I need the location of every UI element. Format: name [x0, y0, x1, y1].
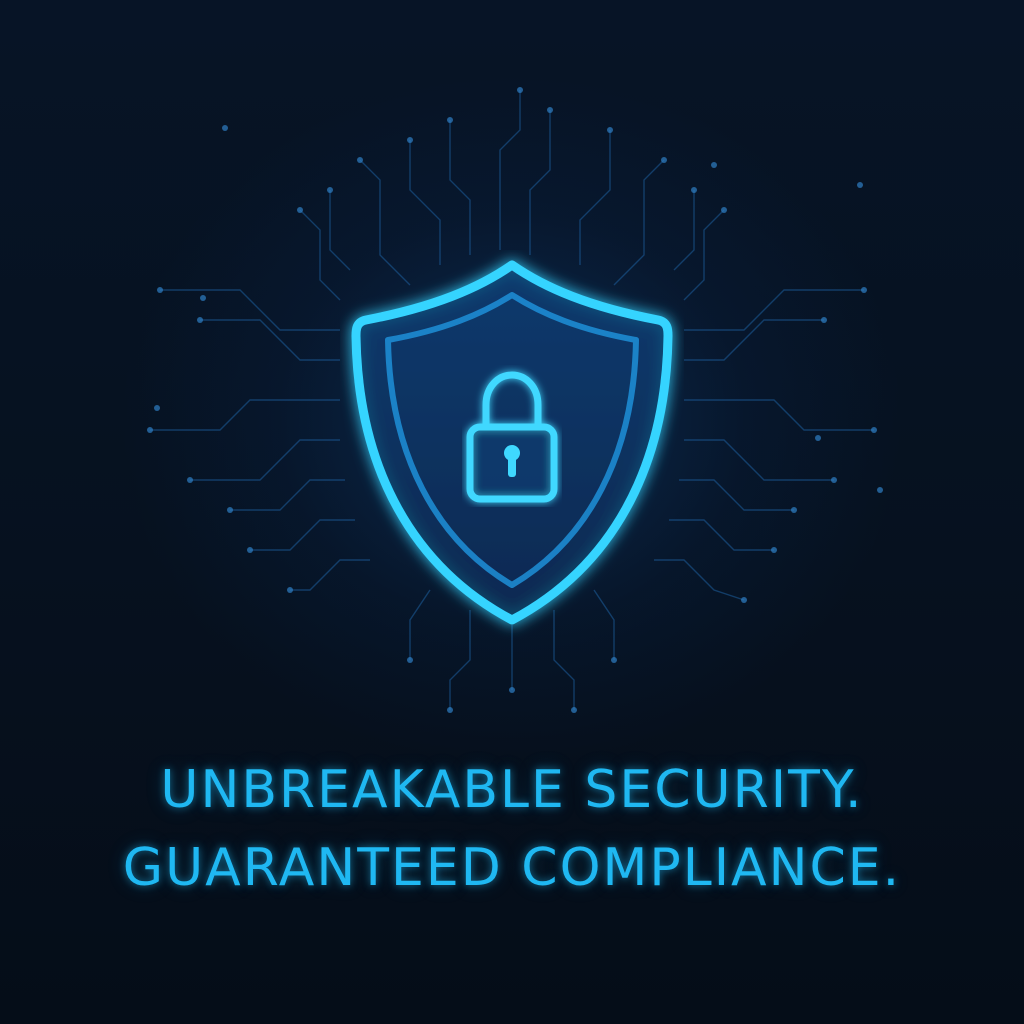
- headline-line-1: UNBREAKABLE SECURITY.: [160, 760, 864, 820]
- hero-canvas: UNBREAKABLE SECURITY. GUARANTEED COMPLIA…: [0, 0, 1024, 1024]
- padlock-icon: [466, 371, 558, 503]
- headline-line-2: GUARANTEED COMPLIANCE.: [122, 838, 902, 898]
